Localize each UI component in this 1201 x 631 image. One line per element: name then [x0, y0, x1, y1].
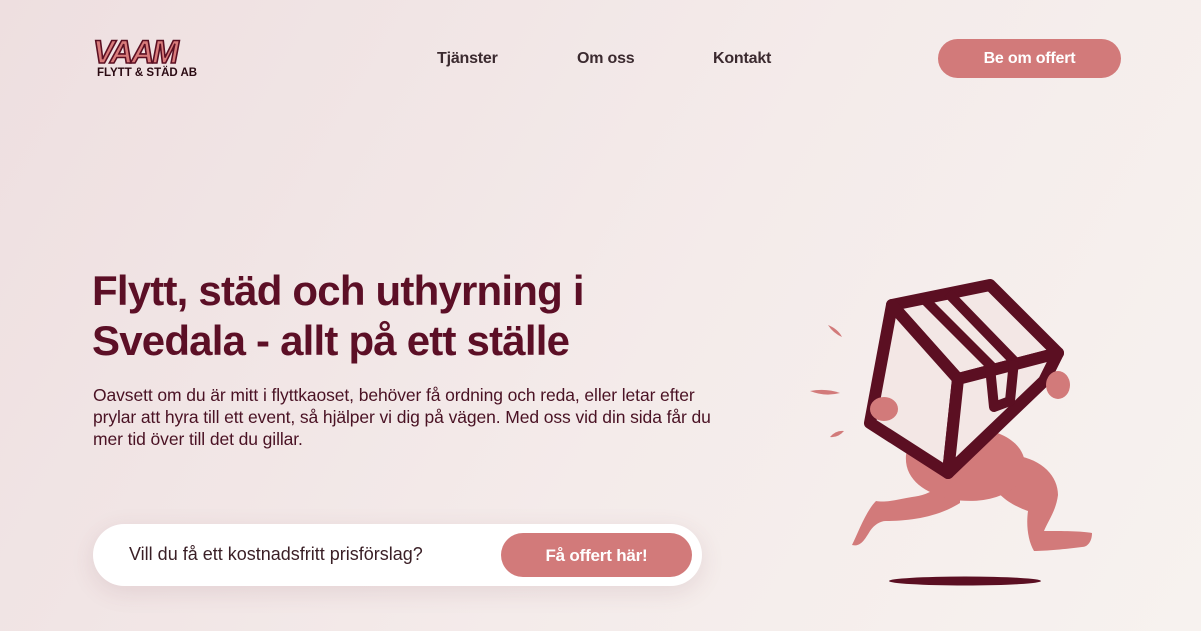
- nav-item-kontakt[interactable]: Kontakt: [713, 50, 771, 68]
- running-mover-with-box-icon: [800, 275, 1100, 595]
- logo-tagline: FLYTT & STÄD AB: [97, 67, 198, 79]
- quote-cta-bar: Vill du få ett kostnadsfritt prisförslag…: [93, 524, 702, 586]
- nav-item-om-oss[interactable]: Om oss: [577, 50, 635, 68]
- motion-line-2: [810, 389, 840, 395]
- brand-logo[interactable]: VAAM FLYTT & STÄD AB: [92, 34, 213, 82]
- mover-illustration-svg: [810, 279, 1092, 586]
- get-quote-button[interactable]: Få offert här!: [501, 533, 692, 577]
- motion-line-3: [830, 430, 844, 438]
- nav-item-tjanster[interactable]: Tjänster: [437, 50, 498, 68]
- hero-description: Oavsett om du är mitt i flyttkaoset, beh…: [93, 385, 711, 449]
- motion-line-1: [828, 325, 842, 337]
- request-quote-button[interactable]: Be om offert: [938, 39, 1121, 78]
- cardboard-box: [864, 279, 1064, 479]
- ground-shadow: [889, 576, 1041, 586]
- logo-wordmark: VAAM: [92, 34, 179, 70]
- quote-prompt: Vill du få ett kostnadsfritt prisförslag…: [129, 544, 423, 564]
- right-hand: [1046, 371, 1070, 399]
- left-hand: [870, 397, 898, 421]
- hero-title: Flytt, städ och uthyrning i Svedala - al…: [92, 267, 585, 364]
